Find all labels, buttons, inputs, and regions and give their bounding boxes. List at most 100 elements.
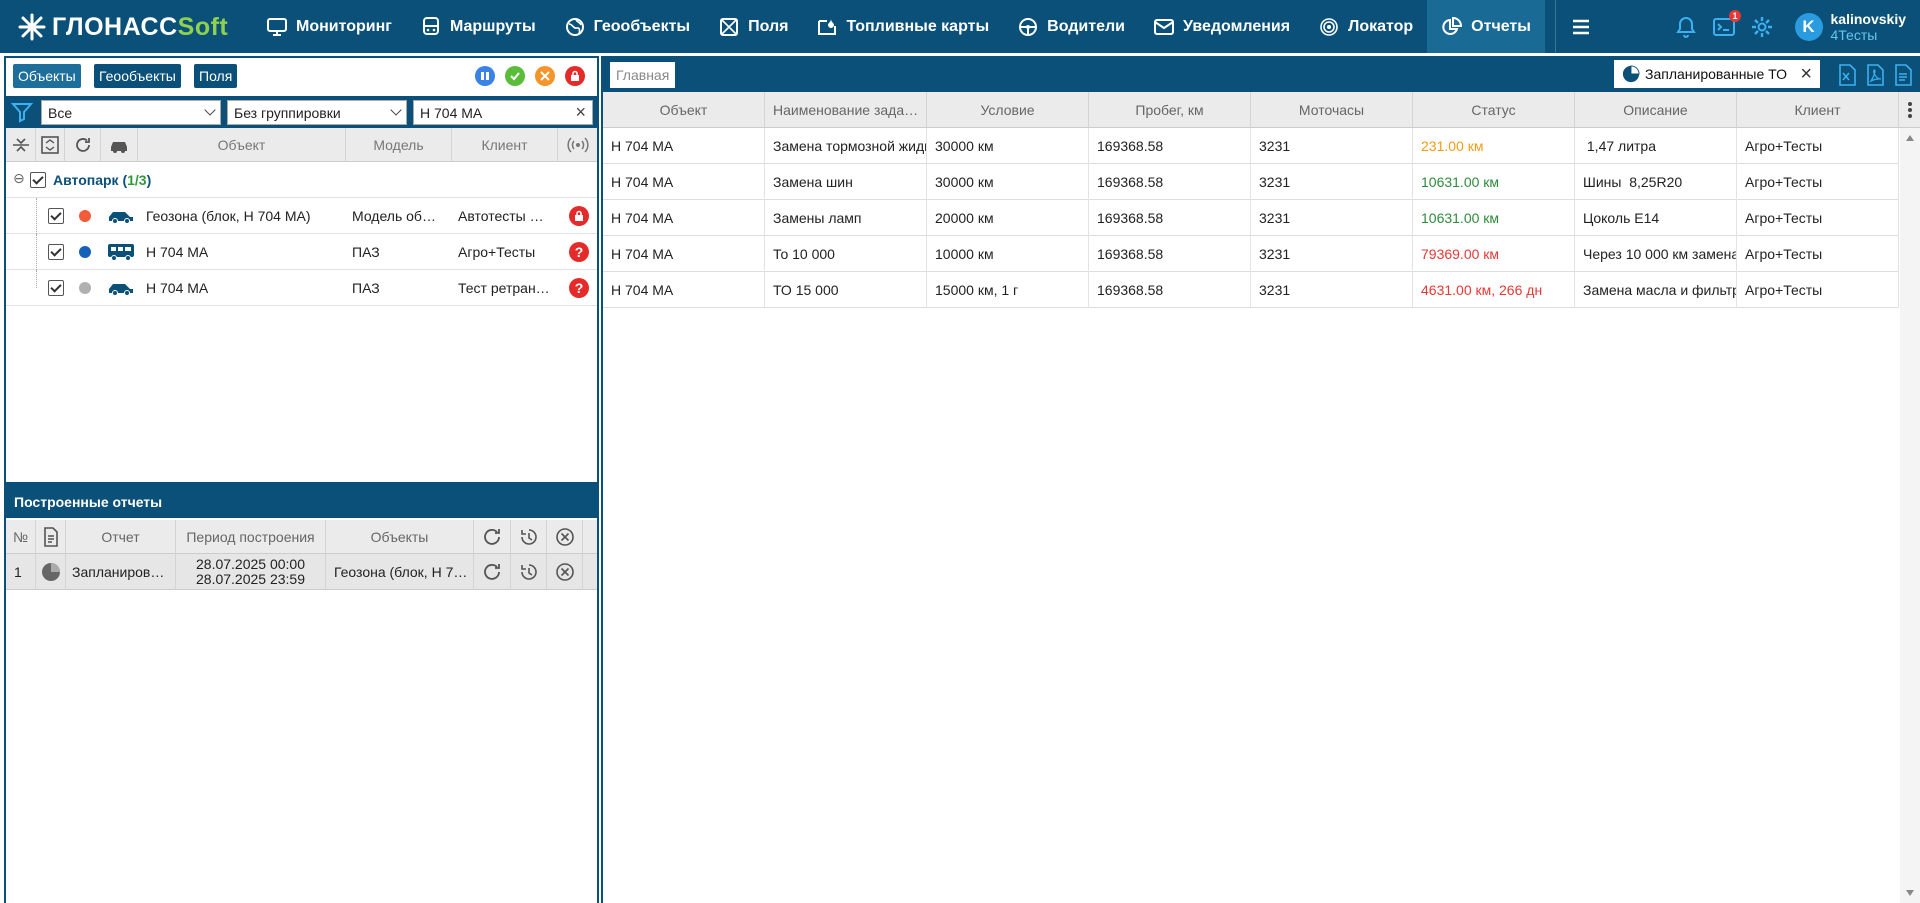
column-client[interactable]: Клиент: [452, 128, 558, 162]
object-search-input[interactable]: Н 704 МА ×: [413, 100, 593, 125]
lock-button[interactable]: [565, 66, 585, 86]
nav-reports[interactable]: Отчеты: [1427, 0, 1545, 53]
column-model[interactable]: Модель: [346, 128, 452, 162]
pie-chart-icon: [41, 563, 60, 581]
object-checkbox[interactable]: [48, 280, 64, 296]
cell-object: Н 704 МА: [603, 128, 765, 164]
unknown-status-icon[interactable]: ?: [569, 242, 589, 262]
user-info[interactable]: kalinovskiy 4Тесты: [1831, 11, 1907, 43]
grouping-value: Без группировки: [234, 105, 341, 121]
column-num[interactable]: №: [6, 520, 36, 554]
column-menu-button[interactable]: [1899, 92, 1920, 128]
pause-button[interactable]: [475, 66, 495, 86]
column-mileage[interactable]: Пробег, км: [1089, 92, 1251, 128]
status-dot: [79, 246, 91, 258]
tab-objects[interactable]: Объекты: [13, 64, 81, 88]
terminal-badge: 1: [1729, 9, 1741, 22]
nav-monitoring[interactable]: Мониторинг: [252, 0, 406, 53]
history-report-button[interactable]: [511, 554, 547, 590]
column-object[interactable]: Объект: [138, 128, 346, 162]
cell-task: Замены ламп: [765, 200, 927, 236]
object-client: Автотесты …: [458, 208, 544, 224]
column-connection[interactable]: [558, 128, 597, 162]
column-report[interactable]: Отчет: [66, 520, 176, 554]
scroll-up-icon[interactable]: [1905, 134, 1915, 142]
refresh-objects-button[interactable]: [65, 128, 101, 162]
menu-button[interactable]: [1554, 0, 1606, 53]
column-description[interactable]: Описание: [1575, 92, 1737, 128]
lock-status-icon[interactable]: [569, 206, 589, 226]
collapse-group-icon[interactable]: ⊖: [13, 170, 25, 187]
car-icon: [111, 142, 127, 153]
group-checkbox[interactable]: [30, 172, 46, 188]
clear-search-icon[interactable]: ×: [575, 103, 586, 121]
vehicle-type-column[interactable]: [101, 128, 138, 162]
nav-geoobjects[interactable]: Геообъекты: [550, 0, 704, 53]
delete-all-button[interactable]: [547, 520, 583, 554]
object-row[interactable]: Н 704 МА ПАЗ Тест ретран… ?: [6, 270, 597, 306]
report-tab-label: Запланированные ТО: [1645, 66, 1787, 82]
column-objects[interactable]: Объекты: [326, 520, 474, 554]
nav-locator[interactable]: Локатор: [1304, 0, 1427, 53]
object-model: ПАЗ: [352, 280, 380, 296]
refresh-report-button[interactable]: [474, 554, 511, 590]
cell-hours: 3231: [1251, 272, 1413, 308]
avatar[interactable]: K: [1794, 12, 1823, 41]
scroll-down-icon[interactable]: [1905, 889, 1915, 897]
export-doc-icon[interactable]: [1893, 64, 1913, 86]
table-row[interactable]: Н 704 МА ТО 15 000 15000 км, 1 г 169368.…: [603, 272, 1899, 308]
close-tab-icon[interactable]: ×: [1800, 63, 1812, 86]
group-row[interactable]: ⊖ Автопарк (1/3): [6, 162, 597, 198]
tab-home[interactable]: Главная: [610, 62, 676, 88]
refresh-all-button[interactable]: [474, 520, 511, 554]
tab-fields[interactable]: Поля: [194, 64, 238, 88]
grouping-select[interactable]: Без группировки: [227, 100, 407, 125]
cell-hours: 3231: [1251, 200, 1413, 236]
expand-all-button[interactable]: [36, 128, 65, 162]
check-button[interactable]: [505, 66, 525, 86]
column-hours[interactable]: Моточасы: [1251, 92, 1413, 128]
column-condition[interactable]: Условие: [927, 92, 1089, 128]
tools-button[interactable]: [535, 66, 555, 86]
tab-scheduled-maintenance[interactable]: Запланированные ТО ×: [1614, 60, 1820, 88]
settings-button[interactable]: [1749, 14, 1775, 40]
table-row[interactable]: Н 704 МА То 10 000 10000 км 169368.58 32…: [603, 236, 1899, 272]
report-row[interactable]: 1 Запланиров… 28.07.2025 00:00 28.07.202…: [6, 554, 597, 590]
steering-wheel-icon: [1019, 17, 1038, 36]
nav-notifications[interactable]: Уведомления: [1139, 0, 1304, 53]
tab-geoobjects[interactable]: Геообъекты: [94, 64, 181, 88]
cell-status: 79369.00 км: [1413, 236, 1575, 272]
nav-drivers[interactable]: Водители: [1003, 0, 1139, 53]
terminal-button[interactable]: 1: [1711, 9, 1741, 40]
delete-report-button[interactable]: [547, 554, 583, 590]
notifications-button[interactable]: [1673, 14, 1699, 40]
object-checkbox[interactable]: [48, 208, 64, 224]
table-row[interactable]: Н 704 МА Замена тормозной жидк 30000 км …: [603, 128, 1899, 164]
history-all-button[interactable]: [511, 520, 547, 554]
status-dot: [79, 210, 91, 222]
status-filter-select[interactable]: Все: [41, 100, 221, 125]
column-period[interactable]: Период построения: [176, 520, 326, 554]
table-scrollbar[interactable]: [1900, 128, 1920, 903]
column-doc[interactable]: [36, 520, 66, 554]
filter-icon[interactable]: [11, 101, 33, 123]
left-panel: Объекты Геообъекты Поля Все Без группиро…: [4, 56, 599, 903]
export-excel-icon[interactable]: [1837, 64, 1857, 86]
column-task-name[interactable]: Наименование зада…: [765, 92, 927, 128]
object-checkbox[interactable]: [48, 244, 64, 260]
table-row[interactable]: Н 704 МА Замена шин 30000 км 169368.58 3…: [603, 164, 1899, 200]
table-row[interactable]: Н 704 МА Замены ламп 20000 км 169368.58 …: [603, 200, 1899, 236]
column-object[interactable]: Объект: [603, 92, 765, 128]
nav-routes[interactable]: Маршруты: [406, 0, 550, 53]
unknown-status-icon[interactable]: ?: [569, 278, 589, 298]
object-row[interactable]: Геозона (блок, Н 704 МА) Модель об… Авто…: [6, 198, 597, 234]
nav-fuel-cards[interactable]: Топливные карты: [802, 0, 1003, 53]
object-row[interactable]: Н 704 МА ПАЗ Агро+Тесты ?: [6, 234, 597, 270]
export-pdf-icon[interactable]: [1865, 64, 1885, 86]
logo[interactable]: ГЛОНАССSoft: [18, 13, 228, 41]
nav-fields[interactable]: Поля: [704, 0, 802, 53]
hamburger-icon: [1572, 19, 1589, 34]
column-status[interactable]: Статус: [1413, 92, 1575, 128]
column-client[interactable]: Клиент: [1737, 92, 1899, 128]
collapse-all-button[interactable]: [6, 128, 36, 162]
